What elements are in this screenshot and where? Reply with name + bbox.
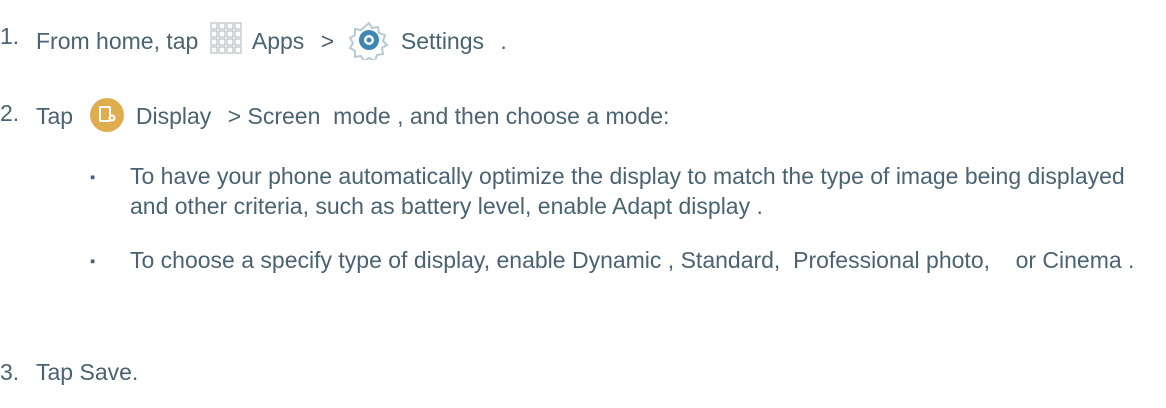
step-end: .	[500, 28, 507, 55]
step-text: Tap	[36, 103, 74, 130]
bullet-text: To have your phone automatically optimiz…	[130, 163, 1125, 219]
display-label: Display	[135, 103, 212, 130]
bullet-icon: ▪	[90, 253, 96, 270]
apps-label: Apps	[251, 28, 305, 55]
step-text: From home, tap	[36, 28, 199, 55]
step-text: Tap Save.	[36, 359, 139, 385]
step-1-content: From home, tap Apps > Settings .	[36, 20, 507, 66]
step-rest: > Screen mode , and then choose a mode:	[227, 103, 670, 130]
settings-label: Settings	[400, 28, 485, 55]
step-number: 3.	[0, 359, 20, 385]
display-icon	[89, 97, 125, 139]
step-number: 1.	[0, 23, 20, 49]
bullet-icon: ▪	[90, 169, 96, 186]
apps-grid-icon	[209, 21, 243, 65]
step-number: 2.	[0, 100, 20, 126]
settings-gear-icon	[348, 20, 389, 66]
step-2-content: Tap Display > Screen mode , and then cho…	[36, 97, 669, 139]
separator: >	[320, 28, 335, 55]
bullet-text: To choose a specify type of display, ena…	[130, 247, 1135, 273]
